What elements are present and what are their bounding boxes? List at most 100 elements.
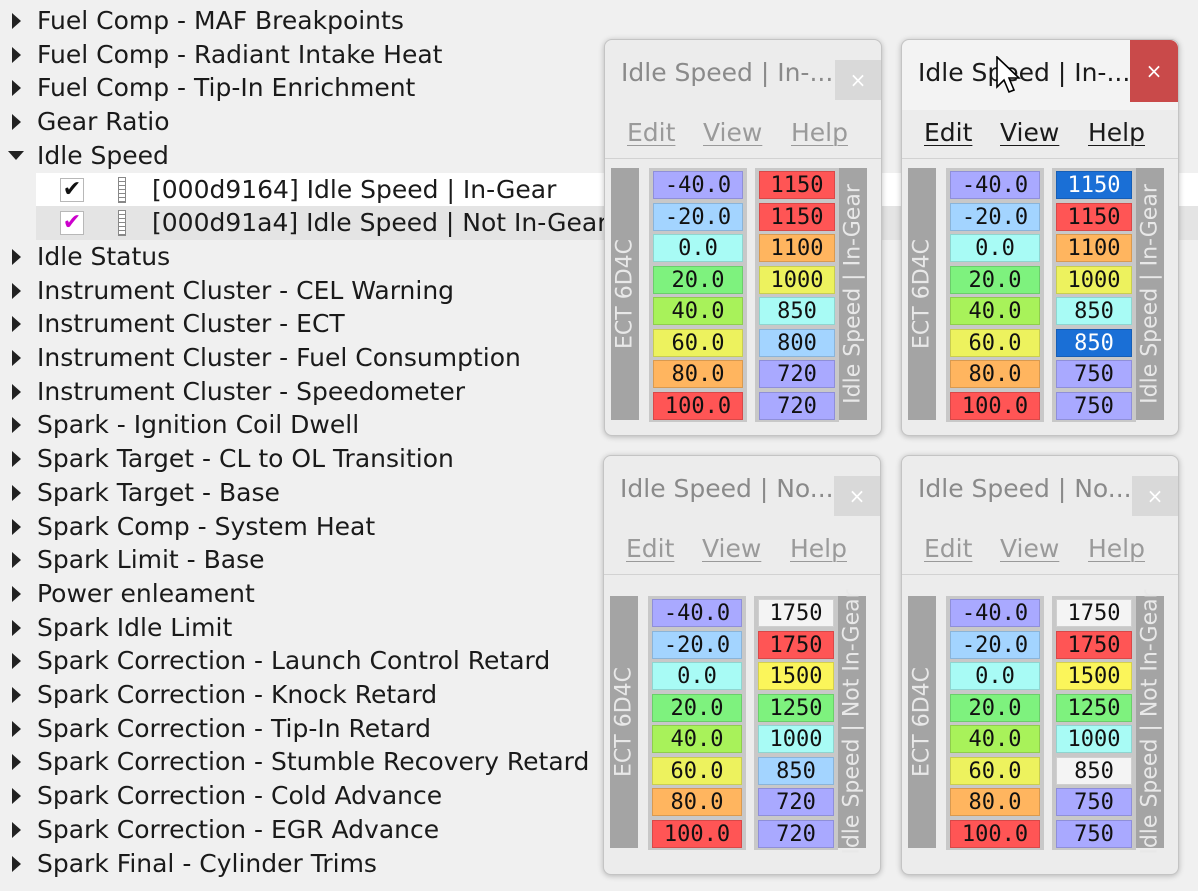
value-cell[interactable]: 1750 — [1056, 630, 1132, 659]
expand-right-arrow-icon[interactable] — [6, 274, 26, 308]
expand-right-arrow-icon[interactable] — [6, 307, 26, 341]
ect-cell[interactable]: 100.0 — [652, 819, 742, 848]
ect-cell[interactable]: 20.0 — [950, 693, 1040, 722]
tree-item[interactable]: Spark Final - Cylinder Trims — [0, 847, 600, 881]
tree-item[interactable]: Instrument Cluster - CEL Warning — [0, 274, 600, 308]
ect-cell[interactable]: -20.0 — [653, 202, 743, 231]
ect-cell[interactable]: 100.0 — [950, 391, 1040, 420]
tree-item[interactable]: Instrument Cluster - ECT — [0, 307, 600, 341]
value-cell[interactable]: 1150 — [759, 171, 835, 199]
value-cell[interactable]: 1750 — [758, 630, 834, 659]
ect-cell[interactable]: 80.0 — [950, 360, 1040, 388]
value-cell[interactable]: 1150 — [1056, 202, 1132, 231]
ect-cell[interactable]: 40.0 — [950, 725, 1040, 753]
menu-edit[interactable]: Edit — [627, 118, 675, 147]
tree-item[interactable]: Spark Target - CL to OL Transition — [0, 442, 600, 476]
tree-item[interactable]: Power enleament — [0, 577, 600, 611]
close-icon[interactable]: × — [835, 60, 881, 100]
ect-cell[interactable]: 80.0 — [652, 788, 742, 816]
expand-right-arrow-icon[interactable] — [6, 779, 26, 813]
tree-item[interactable]: Spark Correction - Cold Advance — [0, 779, 600, 813]
tree-item[interactable]: Spark Correction - Stumble Recovery Reta… — [0, 745, 600, 779]
ect-cell[interactable]: -40.0 — [950, 171, 1040, 199]
expand-right-arrow-icon[interactable] — [6, 510, 26, 544]
expand-right-arrow-icon[interactable] — [6, 4, 26, 38]
expand-right-arrow-icon[interactable] — [6, 745, 26, 779]
tree-item[interactable]: Spark - Ignition Coil Dwell — [0, 408, 600, 442]
ect-cell[interactable]: 80.0 — [950, 788, 1040, 816]
menu-help[interactable]: Help — [791, 118, 848, 147]
ect-cell[interactable]: -40.0 — [652, 599, 742, 627]
menu-help[interactable]: Help — [1088, 534, 1145, 563]
expand-right-arrow-icon[interactable] — [6, 543, 26, 577]
menu-help[interactable]: Help — [1088, 118, 1145, 147]
tree-item[interactable]: Instrument Cluster - Fuel Consumption — [0, 341, 600, 375]
expand-right-arrow-icon[interactable] — [6, 813, 26, 847]
table-window[interactable]: Idle Speed | No... × Edit View Help ECT 6D4C I… — [603, 455, 881, 875]
menu-edit[interactable]: Edit — [626, 534, 674, 563]
ect-cell[interactable]: 60.0 — [653, 328, 743, 357]
ect-cell[interactable]: 0.0 — [652, 662, 742, 690]
tree-item[interactable]: Fuel Comp - Tip-In Enrichment — [0, 71, 600, 105]
ect-cell[interactable]: 40.0 — [652, 725, 742, 753]
value-cell[interactable]: 1250 — [1056, 693, 1132, 722]
value-cell[interactable]: 1750 — [1056, 599, 1132, 627]
ect-cell[interactable]: 100.0 — [950, 819, 1040, 848]
tree-item[interactable]: Fuel Comp - Radiant Intake Heat — [0, 38, 600, 72]
expand-right-arrow-icon[interactable] — [6, 240, 26, 274]
value-cell[interactable]: 1100 — [759, 234, 835, 262]
ect-cell[interactable]: 80.0 — [653, 360, 743, 388]
table-window[interactable]: Idle Speed | No... × Edit View Help ECT 6D4C I… — [901, 455, 1179, 875]
value-cell[interactable]: 720 — [759, 360, 835, 388]
value-cell[interactable]: 850 — [1056, 756, 1132, 785]
ect-cell[interactable]: 40.0 — [653, 297, 743, 325]
tree-item[interactable]: Spark Correction - Launch Control Retard — [0, 644, 600, 678]
expand-right-arrow-icon[interactable] — [6, 341, 26, 375]
tree-item[interactable]: Spark Limit - Base — [0, 543, 600, 577]
checkbox[interactable]: ✔ — [60, 177, 84, 202]
ect-cell[interactable]: 60.0 — [950, 756, 1040, 785]
ect-cell[interactable]: -20.0 — [950, 630, 1040, 659]
value-cell[interactable]: 1500 — [758, 662, 834, 690]
value-cell[interactable]: 1000 — [1056, 725, 1132, 753]
tree-item[interactable]: Fuel Comp - MAF Breakpoints — [0, 4, 600, 38]
menu-edit[interactable]: Edit — [924, 534, 972, 563]
expand-right-arrow-icon[interactable] — [6, 71, 26, 105]
ect-cell[interactable]: 60.0 — [652, 756, 742, 785]
tree-item[interactable]: Spark Comp - System Heat — [0, 510, 600, 544]
ect-cell[interactable]: -20.0 — [950, 202, 1040, 231]
tree-item[interactable]: Spark Idle Limit — [0, 611, 600, 645]
expand-right-arrow-icon[interactable] — [6, 105, 26, 139]
window-titlebar[interactable]: Idle Speed | In-... × — [902, 40, 1178, 110]
value-cell[interactable]: 850 — [759, 297, 835, 325]
tree-item[interactable]: Idle Speed — [0, 139, 600, 173]
value-cell[interactable]: 750 — [1056, 391, 1132, 420]
expand-right-arrow-icon[interactable] — [6, 644, 26, 678]
expand-right-arrow-icon[interactable] — [6, 375, 26, 409]
expand-down-arrow-icon[interactable] — [6, 139, 26, 173]
expand-right-arrow-icon[interactable] — [6, 712, 26, 746]
value-cell[interactable]: 850 — [758, 756, 834, 785]
value-cell[interactable]: 800 — [759, 328, 835, 357]
value-cell[interactable]: 750 — [1056, 360, 1132, 388]
expand-right-arrow-icon[interactable] — [6, 476, 26, 510]
ect-cell[interactable]: 40.0 — [950, 297, 1040, 325]
ect-cell[interactable]: 20.0 — [950, 265, 1040, 294]
ect-cell[interactable]: 0.0 — [653, 234, 743, 262]
menu-view[interactable]: View — [702, 534, 761, 563]
ect-cell[interactable]: 0.0 — [950, 234, 1040, 262]
tree-item[interactable]: Instrument Cluster - Speedometer — [0, 375, 600, 409]
ect-cell[interactable]: 0.0 — [950, 662, 1040, 690]
value-cell[interactable]: 850 — [1056, 328, 1132, 357]
close-icon[interactable]: × — [1132, 476, 1178, 516]
menu-edit[interactable]: Edit — [924, 118, 972, 147]
value-cell[interactable]: 1100 — [1056, 234, 1132, 262]
menu-view[interactable]: View — [1000, 534, 1059, 563]
close-icon[interactable]: × — [834, 476, 880, 516]
tree-item[interactable]: Idle Status — [0, 240, 600, 274]
ect-cell[interactable]: -40.0 — [950, 599, 1040, 627]
window-titlebar[interactable]: Idle Speed | In-... × — [605, 40, 881, 110]
value-cell[interactable]: 1150 — [1056, 171, 1132, 199]
ect-cell[interactable]: 60.0 — [950, 328, 1040, 357]
tree-item[interactable]: Spark Correction - Knock Retard — [0, 678, 600, 712]
